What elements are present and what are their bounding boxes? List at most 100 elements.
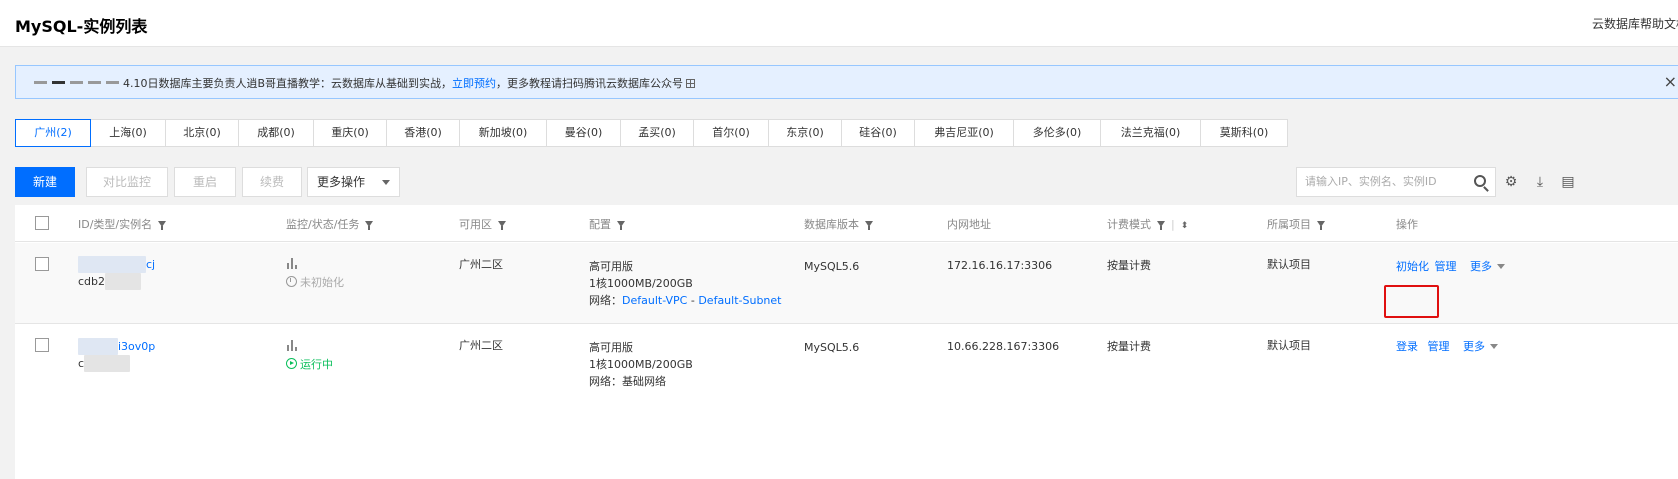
renew-button[interactable]: 续费 xyxy=(242,167,302,197)
gear-icon[interactable]: ⚙ xyxy=(1503,174,1519,190)
carousel-dot[interactable] xyxy=(88,81,101,84)
column-header-version-label: 数据库版本 xyxy=(804,218,859,231)
instance-id-cell: xxxxi3ov0p cxxxxx xyxy=(78,338,155,372)
instance-id-link[interactable]: xxxxxxxxcj xyxy=(78,256,155,273)
chevron-down-icon[interactable] xyxy=(1490,344,1498,349)
more-link[interactable]: 更多 xyxy=(1470,260,1492,273)
filter-icon[interactable] xyxy=(1317,221,1325,230)
column-header-billing: 计费模式 | ⬍ xyxy=(1107,216,1188,232)
region-tab-chengdu[interactable]: 成都(0) xyxy=(238,119,314,147)
monitor-cell: 未初始化 xyxy=(286,257,344,291)
column-header-project: 所属项目 xyxy=(1267,216,1325,232)
region-tab-frankfurt[interactable]: 法兰克福(0) xyxy=(1100,119,1201,147)
instance-id-link[interactable]: xxxxi3ov0p xyxy=(78,338,155,355)
subnet-link[interactable]: Default-Subnet xyxy=(698,294,781,307)
network-info: 网络：基础网络 xyxy=(589,375,666,388)
ops-cell: 登录 管理 更多 xyxy=(1396,338,1498,355)
help-doc-link[interactable]: 云数据库帮助文档 xyxy=(1592,15,1678,32)
vpc-link[interactable]: Default-VPC xyxy=(622,294,687,307)
filter-icon[interactable] xyxy=(865,221,873,230)
instance-table: ID/类型/实例名 监控/状态/任务 可用区 配置 数据库版本 内网地址 计费模… xyxy=(15,205,1678,479)
instance-name-prefix: cdb2 xyxy=(78,275,106,288)
manage-link[interactable]: 管理 xyxy=(1435,260,1457,273)
region-tab-siliconvalley[interactable]: 硅谷(0) xyxy=(841,119,915,147)
search-icon[interactable] xyxy=(1474,175,1486,187)
more-link[interactable]: 更多 xyxy=(1463,340,1485,353)
filter-icon[interactable] xyxy=(498,221,506,230)
toolbar: 新建 对比监控 重启 续费 更多操作 ⚙ ⤓ ▤ xyxy=(15,167,1678,197)
status-badge: 运行中 xyxy=(286,356,333,373)
region-tab-chongqing[interactable]: 重庆(0) xyxy=(313,119,387,147)
config-type: 高可用版 xyxy=(589,260,633,273)
config-cell: 高可用版 1核1000MB/200GB 网络：Default-VPC - Def… xyxy=(589,258,781,309)
column-header-monitor: 监控/状态/任务 xyxy=(286,216,374,232)
row-checkbox[interactable] xyxy=(35,257,49,271)
column-header-version: 数据库版本 xyxy=(804,216,873,232)
refresh-icon[interactable]: ▤ xyxy=(1560,174,1576,190)
region-tab-seoul[interactable]: 首尔(0) xyxy=(693,119,769,147)
column-header-id: ID/类型/实例名 xyxy=(78,216,167,232)
notice-text-after: ，更多教程请扫码腾讯云数据库公众号 xyxy=(496,77,684,90)
column-header-zone-label: 可用区 xyxy=(459,218,492,231)
ip-cell: 172.16.16.17:3306 xyxy=(947,259,1053,272)
region-tabs: 广州(2) 上海(0) 北京(0) 成都(0) 重庆(0) 香港(0) 新加坡(… xyxy=(15,119,1288,147)
version-cell: MySQL5.6 xyxy=(804,260,860,273)
region-tab-guangzhou[interactable]: 广州(2) xyxy=(15,119,91,147)
download-icon[interactable]: ⤓ xyxy=(1532,174,1548,190)
row-checkbox[interactable] xyxy=(35,338,49,352)
table-row: xxxxi3ov0p cxxxxx 运行中 广州二区 高可用版 1核1000MB… xyxy=(15,325,1678,405)
qrcode-icon[interactable] xyxy=(686,79,696,88)
column-header-monitor-label: 监控/状态/任务 xyxy=(286,218,360,231)
initialize-link[interactable]: 初始化 xyxy=(1396,260,1429,273)
region-tab-moscow[interactable]: 莫斯科(0) xyxy=(1200,119,1288,147)
sort-icon[interactable]: ⬍ xyxy=(1181,221,1189,231)
config-type: 高可用版 xyxy=(589,341,633,354)
instance-name: cdb2xxxx xyxy=(78,273,155,290)
chevron-down-icon xyxy=(382,180,390,185)
region-tab-singapore[interactable]: 新加坡(0) xyxy=(459,119,547,147)
region-tab-mumbai[interactable]: 孟买(0) xyxy=(620,119,694,147)
region-tab-tokyo[interactable]: 东京(0) xyxy=(768,119,842,147)
restart-button[interactable]: 重启 xyxy=(174,167,236,197)
instance-id-suffix[interactable]: i3ov0p xyxy=(118,340,155,353)
compare-monitor-button[interactable]: 对比监控 xyxy=(86,167,168,197)
select-all-checkbox[interactable] xyxy=(35,216,49,230)
filter-icon[interactable] xyxy=(365,221,374,230)
login-link[interactable]: 登录 xyxy=(1396,340,1418,353)
monitor-bar-icon[interactable] xyxy=(286,257,344,274)
filter-icon[interactable] xyxy=(617,221,625,230)
chevron-down-icon[interactable] xyxy=(1497,264,1505,269)
region-tab-beijing[interactable]: 北京(0) xyxy=(165,119,239,147)
billing-cell: 按量计费 xyxy=(1107,340,1151,353)
notice-reserve-link[interactable]: 立即预约 xyxy=(452,77,496,90)
project-cell: 默认项目 xyxy=(1267,258,1311,271)
config-spec: 1核1000MB/200GB xyxy=(589,277,693,290)
region-tab-bangkok[interactable]: 曼谷(0) xyxy=(546,119,621,147)
project-cell: 默认项目 xyxy=(1267,339,1311,352)
more-ops-dropdown[interactable]: 更多操作 xyxy=(307,167,400,197)
carousel-dot[interactable] xyxy=(70,81,83,84)
notice-banner: 4.10日数据库主要负责人逍B哥直播教学：云数据库从基础到实战，立即预约，更多教… xyxy=(15,65,1678,99)
column-header-config-label: 配置 xyxy=(589,218,611,231)
page-title: MySQL-实例列表 xyxy=(15,17,148,36)
carousel-dot-active[interactable] xyxy=(52,81,65,84)
network-info: 网络：Default-VPC - Default-Subnet xyxy=(589,292,781,309)
new-instance-button[interactable]: 新建 xyxy=(15,167,75,197)
search-input[interactable] xyxy=(1305,175,1465,188)
region-tab-hongkong[interactable]: 香港(0) xyxy=(386,119,460,147)
instance-name: cxxxxx xyxy=(78,355,155,372)
region-tab-shanghai[interactable]: 上海(0) xyxy=(90,119,166,147)
carousel-dot[interactable] xyxy=(34,81,47,84)
filter-icon[interactable] xyxy=(158,221,167,230)
filter-icon[interactable] xyxy=(1157,221,1165,230)
search-box xyxy=(1296,167,1496,197)
carousel-dot[interactable] xyxy=(106,81,119,84)
column-header-billing-label: 计费模式 xyxy=(1107,218,1151,231)
region-tab-toronto[interactable]: 多伦多(0) xyxy=(1013,119,1101,147)
region-tab-virginia[interactable]: 弗吉尼亚(0) xyxy=(914,119,1014,147)
close-icon[interactable]: × xyxy=(1664,72,1677,91)
instance-id-suffix[interactable]: cj xyxy=(146,258,155,271)
table-header: ID/类型/实例名 监控/状态/任务 可用区 配置 数据库版本 内网地址 计费模… xyxy=(15,205,1678,242)
manage-link[interactable]: 管理 xyxy=(1428,340,1450,353)
monitor-bar-icon[interactable] xyxy=(286,339,333,356)
